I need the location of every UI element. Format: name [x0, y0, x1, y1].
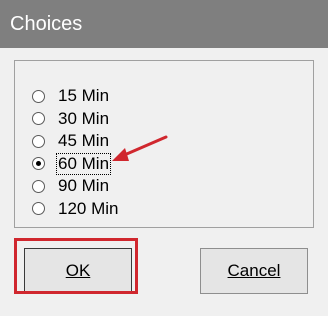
radio-option-45-min[interactable]: 45 Min [32, 130, 119, 153]
radio-label: 60 Min [55, 152, 112, 175]
radio-label: 120 Min [58, 198, 119, 218]
radio-label: 45 Min [58, 131, 110, 151]
radio-label: 15 Min [58, 86, 110, 106]
radio-option-90-min[interactable]: 90 Min [32, 175, 119, 198]
window-title: Choices [10, 13, 83, 35]
radio-button-selected[interactable] [32, 157, 45, 171]
radio-button[interactable] [32, 134, 45, 148]
cancel-button-label: Cancel [227, 261, 281, 280]
choices-dialog: Choices 15 Min 30 Min 45 Min 60 Min 90 M… [0, 0, 328, 316]
radio-option-60-min[interactable]: 60 Min [32, 152, 119, 176]
radio-button[interactable] [32, 89, 45, 103]
radio-button[interactable] [32, 112, 45, 126]
duration-radio-list: 15 Min 30 Min 45 Min 60 Min 90 Min 120 M… [32, 85, 119, 220]
annotation-arrow-icon [112, 135, 168, 161]
title-bar[interactable]: Choices [0, 0, 328, 48]
radio-button[interactable] [32, 202, 45, 216]
annotation-highlight-box [14, 238, 138, 294]
radio-label: 90 Min [58, 176, 110, 196]
radio-option-15-min[interactable]: 15 Min [32, 85, 119, 108]
radio-label: 30 Min [58, 108, 110, 128]
radio-option-30-min[interactable]: 30 Min [32, 108, 119, 131]
cancel-button[interactable]: Cancel [200, 248, 308, 294]
radio-option-120-min[interactable]: 120 Min [32, 198, 119, 221]
radio-button[interactable] [32, 179, 45, 193]
